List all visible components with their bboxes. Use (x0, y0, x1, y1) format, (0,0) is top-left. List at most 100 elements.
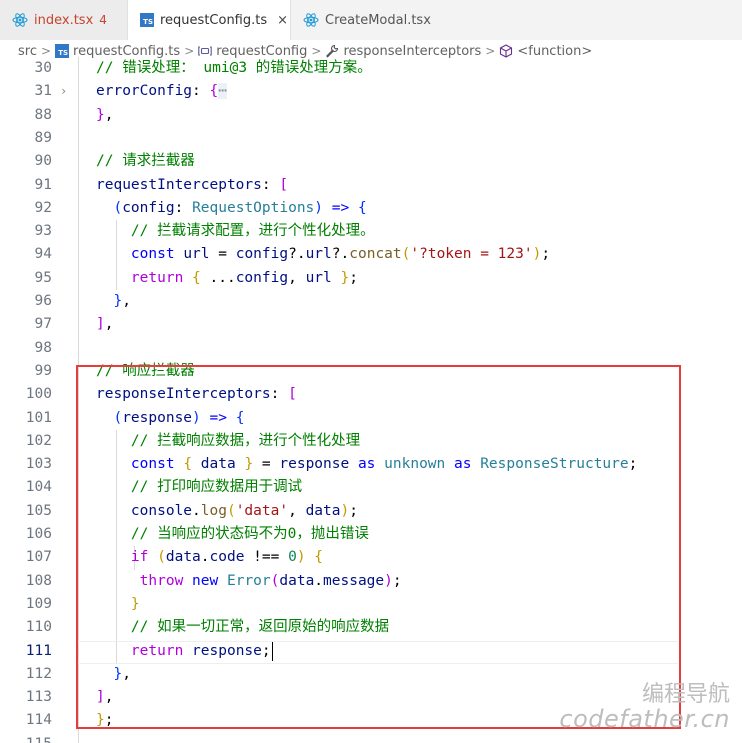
code-line[interactable]: 103 const { data } = response as unknown… (0, 453, 742, 476)
code-line[interactable]: 97], (0, 313, 742, 336)
code-line[interactable]: 102 // 拦截响应数据，进行个性化处理 (0, 430, 742, 453)
code-text: // 如果一切正常，返回原始的响应数据 (96, 616, 389, 639)
code-token: new (192, 572, 219, 589)
code-token: { (183, 456, 193, 473)
line-number: 97 (34, 316, 52, 333)
code-line[interactable]: 110 // 如果一切正常，返回原始的响应数据 (0, 616, 742, 639)
code-line[interactable]: 94 const url = config?.url?.concat('?tok… (0, 243, 742, 266)
code-line[interactable]: 112 }, (0, 663, 742, 686)
code-line[interactable]: 89 (0, 127, 742, 150)
line-number: 104 (25, 479, 52, 496)
code-line[interactable]: 88}, (0, 104, 742, 127)
code-token: response (279, 456, 350, 473)
tab-index-tsx[interactable]: index.tsx 4 (0, 0, 128, 40)
line-number: 100 (25, 386, 52, 403)
code-token: // 拦截请求配置，进行个性化处理。 (130, 223, 375, 240)
code-token: , (288, 269, 306, 286)
code-text: if (data.code !== 0) { (96, 546, 323, 569)
code-line[interactable]: 101 (response) => { (0, 407, 742, 430)
line-number: 106 (25, 526, 52, 542)
code-line[interactable]: 91 requestInterceptors: [ (0, 174, 742, 197)
ts-icon: TS (55, 44, 70, 58)
breadcrumb-separator: > (311, 44, 322, 58)
vscode-editor-window: index.tsx 4 TS requestConfig.ts × Create… (0, 0, 742, 743)
line-number: 110 (25, 619, 52, 636)
code-line[interactable]: 95 return { ...config, url }; (0, 267, 742, 290)
code-line[interactable]: 30 // 错误处理： umi@3 的错误处理方案。 (0, 57, 742, 80)
code-token: config (122, 199, 175, 216)
code-token: = (209, 246, 236, 263)
code-token: ) (384, 572, 393, 589)
line-number: 95 (34, 269, 52, 286)
code-token: code (209, 549, 245, 566)
code-token: config (235, 246, 289, 263)
code-text: }; (96, 709, 113, 732)
code-token: unknown (384, 456, 446, 473)
code-token: errorConfig (96, 83, 193, 100)
line-number: 98 (34, 339, 52, 356)
line-number: 113 (25, 689, 52, 706)
code-token: ?. (288, 246, 306, 263)
code-token: } (113, 665, 123, 682)
code-text: // 错误处理： umi@3 的错误处理方案。 (96, 57, 372, 80)
code-line[interactable]: 98 (0, 337, 742, 360)
code-token: 0 (288, 549, 297, 566)
code-line[interactable]: 93 // 拦截请求配置，进行个性化处理。 (0, 220, 742, 243)
line-number: 112 (25, 665, 52, 682)
code-text: errorConfig: {⋯ (96, 80, 227, 103)
line-number: 101 (25, 409, 52, 426)
code-text: requestInterceptors: [ (96, 174, 288, 197)
code-token: } (96, 106, 105, 123)
code-line[interactable]: 96 }, (0, 290, 742, 313)
code-text: (response) => { (96, 407, 244, 430)
line-number: 91 (34, 176, 52, 193)
code-line[interactable]: 111 return response; (0, 640, 742, 663)
line-number: 93 (34, 223, 52, 240)
wrench-icon (325, 44, 339, 58)
code-line[interactable]: 105 console.log('data', data); (0, 500, 742, 523)
code-line[interactable]: 100 responseInterceptors: [ (0, 383, 742, 406)
code-line[interactable]: 31 › errorConfig: {⋯ (0, 80, 742, 103)
code-token: 'data' (235, 502, 289, 519)
code-line[interactable]: 92 (config: RequestOptions) => { (0, 197, 742, 220)
tab-createmodal-tsx[interactable]: CreateModal.tsx (291, 0, 445, 40)
code-token: , (104, 689, 114, 706)
code-token: const (130, 246, 175, 263)
code-text: responseInterceptors: [ (96, 383, 297, 406)
line-number: 105 (25, 502, 52, 519)
code-line[interactable]: 106 // 当响应的状态码不为0，抛出错误 (0, 523, 742, 546)
code-token: Error (226, 572, 271, 589)
breadcrumb-separator: > (485, 44, 496, 58)
code-text: // 拦截请求配置，进行个性化处理。 (96, 220, 375, 243)
code-text: const url = config?.url?.concat('?token … (96, 243, 550, 266)
close-icon[interactable]: × (277, 13, 288, 28)
code-line[interactable]: 99 // 响应拦截器 (0, 360, 742, 383)
code-line[interactable]: 109 } (0, 593, 742, 616)
code-token: ... (200, 269, 236, 286)
code-token: ; (349, 502, 358, 519)
code-token: = (253, 456, 280, 473)
code-token: ) (296, 549, 306, 566)
code-token: data (279, 572, 315, 589)
code-editor[interactable]: 30 // 错误处理： umi@3 的错误处理方案。 31 › errorConfig:… (0, 57, 742, 743)
fold-chevron-icon[interactable]: › (60, 80, 67, 103)
code-line[interactable]: 108 throw new Error(data.message); (0, 570, 742, 593)
code-line[interactable]: 107 if (data.code !== 0) { (0, 546, 742, 569)
tab-requestconfig-ts[interactable]: TS requestConfig.ts × (128, 0, 291, 40)
line-number: 102 (25, 432, 52, 449)
code-line[interactable]: 90 // 请求拦截器 (0, 150, 742, 173)
code-token: // 如果一切正常，返回原始的响应数据 (130, 619, 390, 636)
code-token: return (130, 642, 184, 659)
code-line[interactable]: 115 (0, 733, 742, 743)
code-line[interactable]: 104 // 打印响应数据用于调试 (0, 476, 742, 499)
code-token: // 拦截响应数据，进行个性化处理 (130, 432, 361, 449)
